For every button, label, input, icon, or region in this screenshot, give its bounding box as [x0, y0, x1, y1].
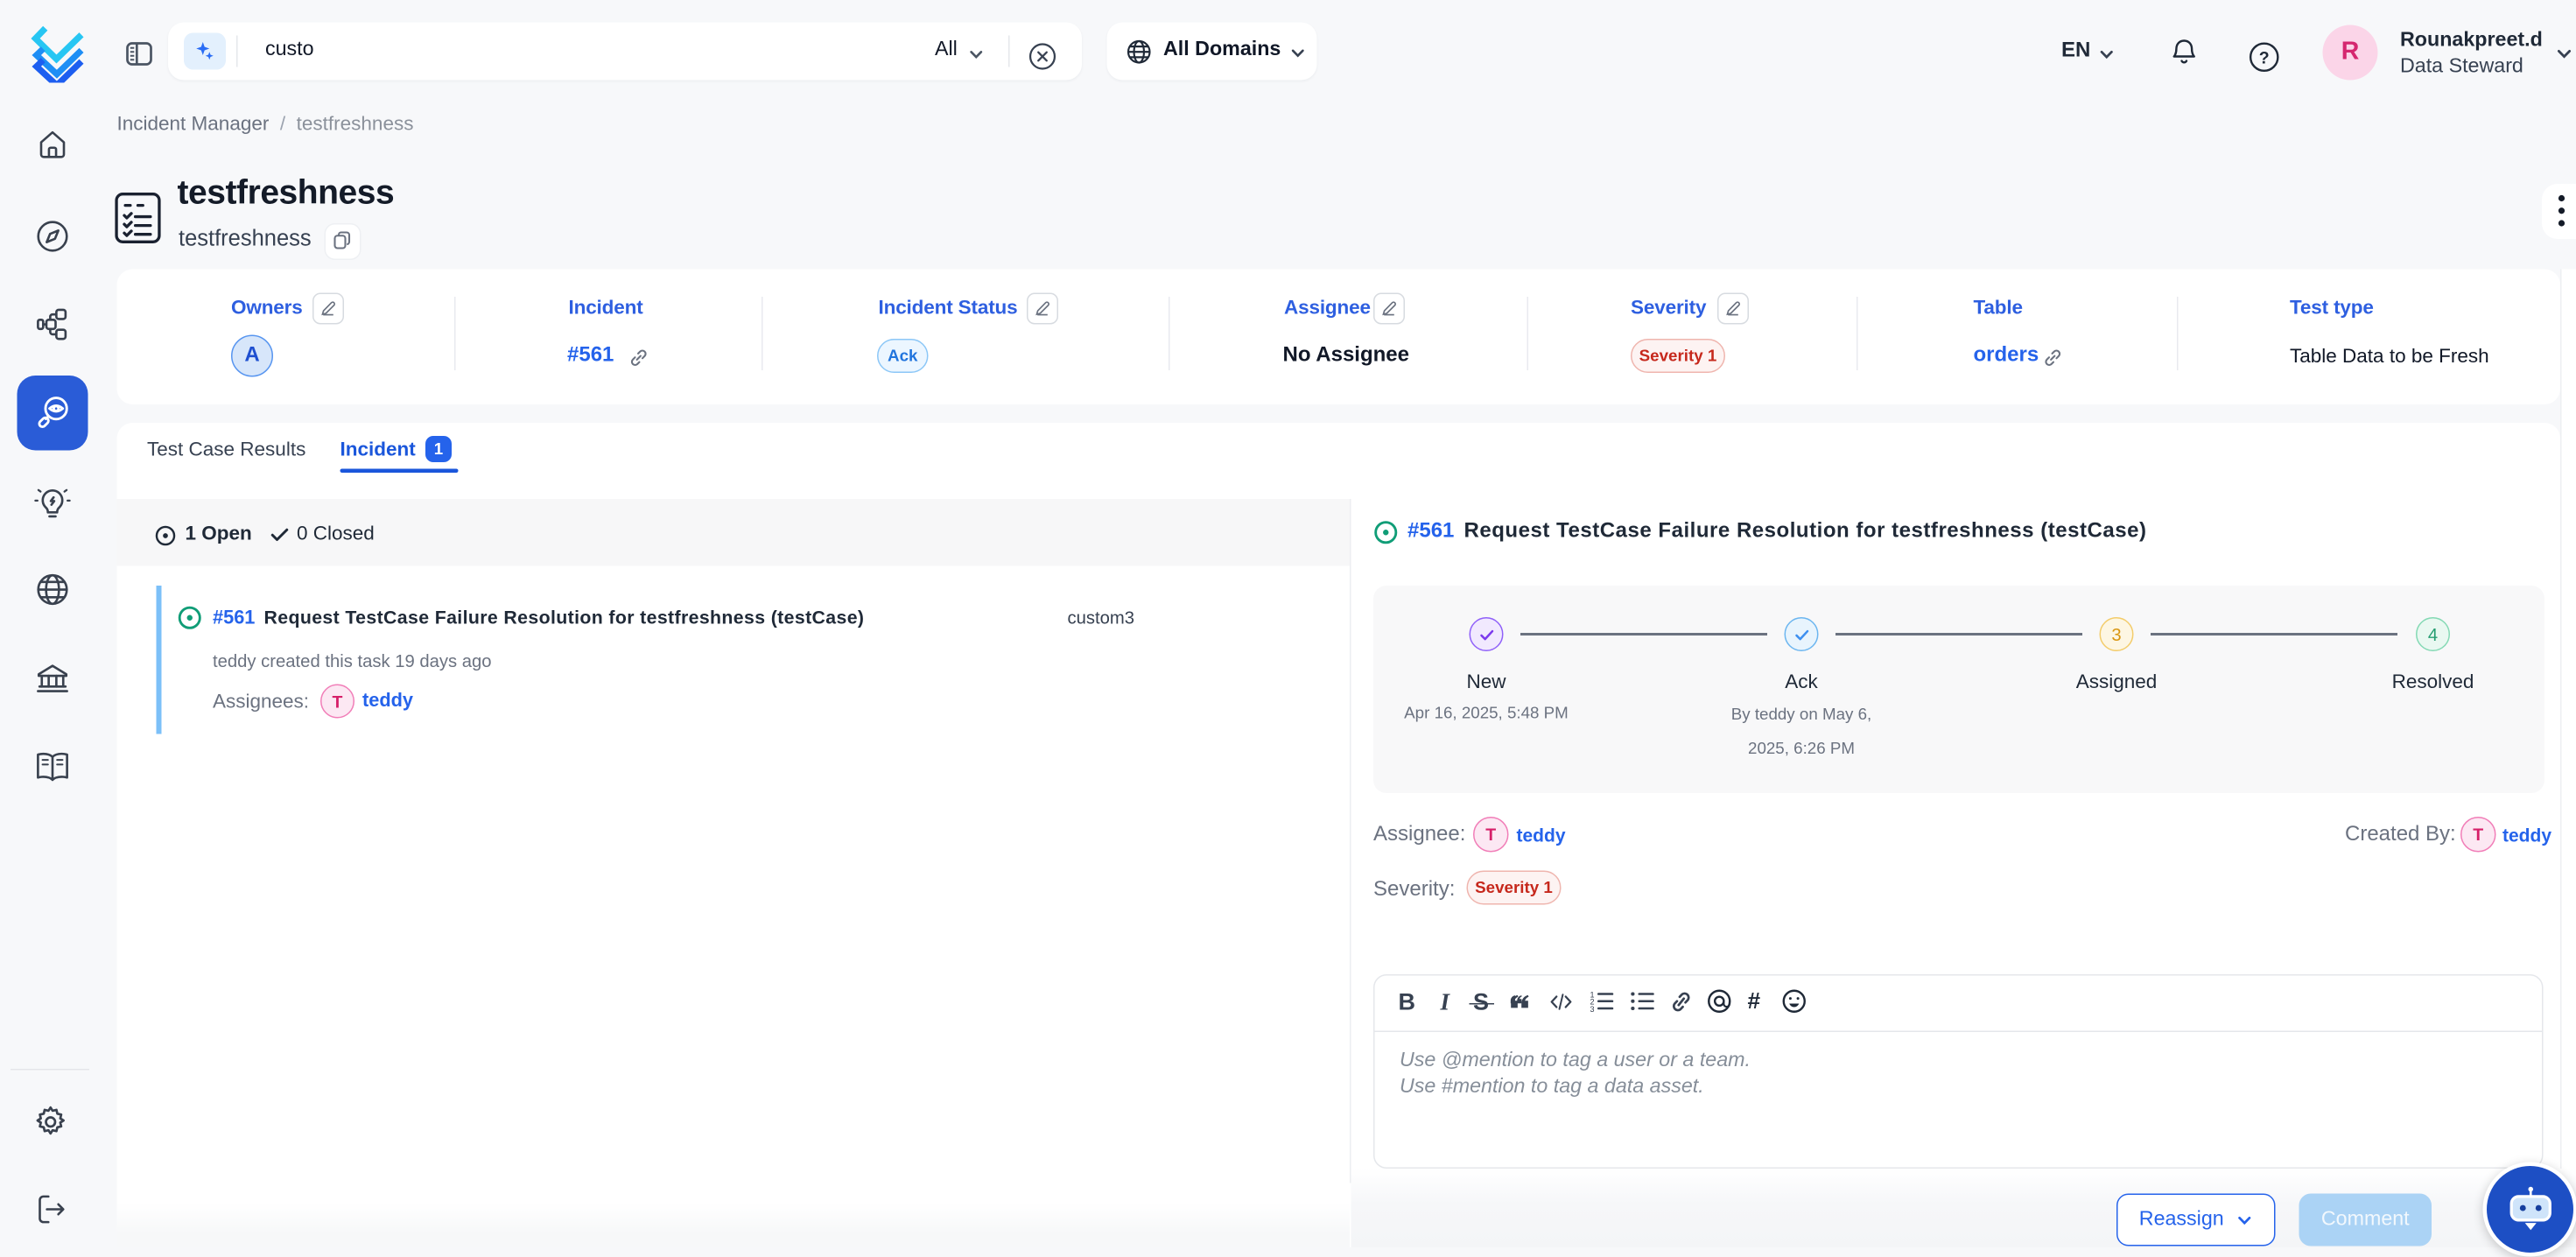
svg-text:3: 3	[1590, 1005, 1595, 1013]
svg-text:?: ?	[2259, 48, 2270, 67]
